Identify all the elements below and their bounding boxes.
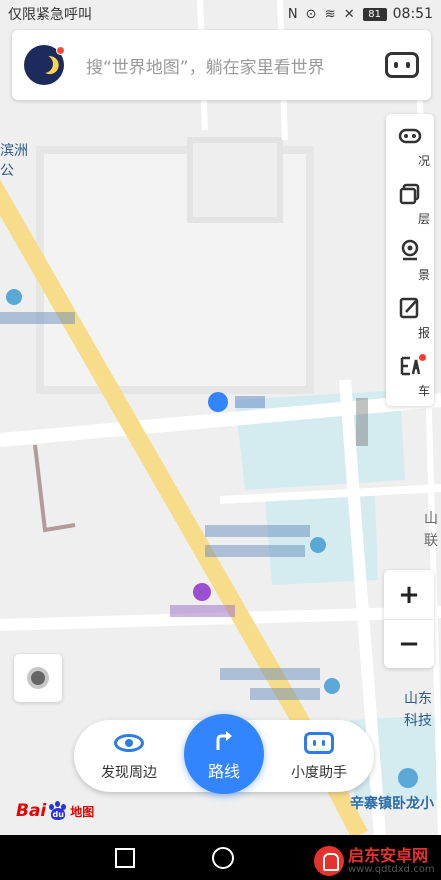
- notification-dot: [56, 46, 65, 55]
- tool-traffic[interactable]: 况: [386, 118, 434, 174]
- layers-icon: [399, 183, 420, 205]
- watermark-logo-icon: [314, 846, 344, 876]
- map-label-binzhou: 滨洲: [0, 143, 28, 159]
- xiaodu-assistant-button[interactable]: 小度助手: [264, 728, 374, 782]
- paw-icon: du: [47, 801, 69, 821]
- map-label-shandong: 山东: [404, 691, 432, 707]
- tool-traffic-label: 况: [417, 154, 430, 168]
- map-label-gong: 公: [0, 163, 14, 179]
- logo-bai: Bai: [16, 801, 47, 821]
- discover-nearby-button[interactable]: 发现周边: [74, 728, 184, 782]
- map-label-street: 辛寨镇卧龙小: [350, 796, 434, 812]
- watermark-title: 启东安卓网: [348, 845, 429, 865]
- recent-apps-button[interactable]: [115, 848, 135, 868]
- robot-icon: [304, 732, 334, 754]
- zoom-in-button[interactable]: +: [384, 570, 434, 619]
- tool-report-label: 报: [417, 326, 430, 340]
- taxi-notification-dot: [419, 354, 426, 361]
- eye-icon: [114, 734, 144, 752]
- battery-icon: 81: [362, 7, 387, 21]
- home-button[interactable]: [212, 847, 234, 869]
- locate-icon: [27, 667, 49, 689]
- zoom-out-button[interactable]: −: [384, 619, 434, 668]
- tool-report[interactable]: 报: [386, 290, 434, 346]
- avatar[interactable]: [24, 45, 65, 85]
- report-icon: [399, 297, 419, 319]
- map-label-keji: 科技: [404, 713, 432, 729]
- street-view-icon: [401, 239, 419, 261]
- map-graphics: [0, 0, 441, 835]
- voice-assistant-button[interactable]: [385, 52, 419, 78]
- tool-taxi[interactable]: 车: [386, 348, 434, 404]
- discover-nearby-label: 发现周边: [101, 765, 157, 781]
- tool-layers[interactable]: 层: [386, 176, 434, 232]
- map-canvas[interactable]: 滨洲 公 山东 科技 山 联 辛寨镇卧龙小: [0, 0, 441, 835]
- route-label: 路线: [207, 762, 240, 781]
- watermark-url: www.qdtdxd.com: [348, 864, 435, 876]
- baidu-map-logo: Bai du 地图: [16, 800, 94, 822]
- search-bar[interactable]: 搜“世界地图”，躺在家里看世界: [12, 30, 431, 100]
- moon-icon: [32, 52, 55, 75]
- xiaodu-assistant-label: 小度助手: [291, 765, 347, 781]
- emergency-call-text: 仅限紧急呼叫: [8, 7, 92, 23]
- tool-street-view[interactable]: 景: [386, 232, 434, 288]
- map-label-shan: 山: [424, 511, 438, 527]
- tool-street-view-label: 景: [417, 268, 430, 282]
- clock: 08:51: [392, 6, 433, 22]
- map-label-lian: 联: [424, 533, 438, 549]
- status-icons: N ⊙ ≋ ✕: [287, 6, 357, 22]
- tool-layers-label: 层: [417, 212, 430, 226]
- logo-map-text: 地图: [70, 804, 95, 819]
- map-tools-panel: 况 层 景 报 车: [386, 114, 434, 406]
- zoom-control: + −: [384, 570, 434, 668]
- watermark: 启东安卓网 www.qdtdxd.com: [300, 842, 441, 880]
- route-arrow-icon: [216, 731, 232, 750]
- tool-taxi-label: 车: [417, 384, 430, 398]
- traffic-icon: [398, 128, 422, 144]
- locate-button[interactable]: [14, 654, 62, 702]
- route-button[interactable]: 路线: [184, 714, 264, 794]
- logo-du: du: [51, 808, 66, 820]
- status-bar: 仅限紧急呼叫 N ⊙ ≋ ✕ 81 08:51: [0, 0, 441, 28]
- search-input[interactable]: 搜“世界地图”，躺在家里看世界: [86, 53, 379, 78]
- status-right-group: N ⊙ ≋ ✕ 81 08:51: [288, 6, 433, 22]
